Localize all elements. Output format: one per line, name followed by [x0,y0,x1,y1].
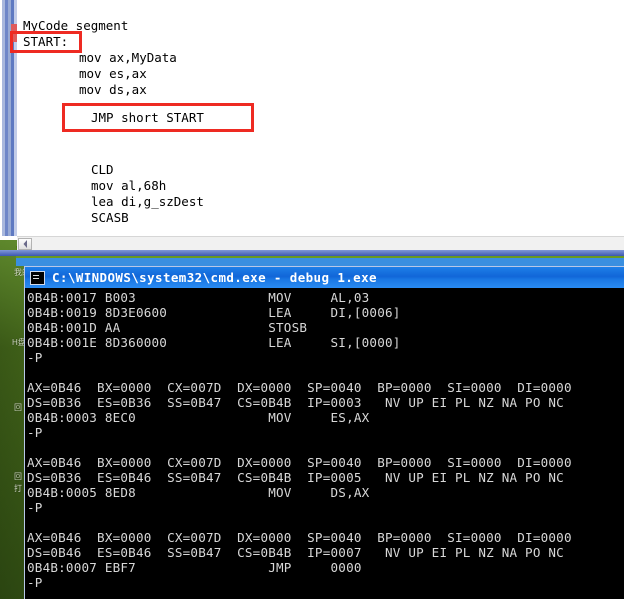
chevron-left-glyph [23,240,27,248]
code-line: CLD [91,162,114,177]
console-output[interactable]: 0B4B:0017 B003 MOV AL,03 0B4B:0019 8D3E06… [25,288,624,599]
desktop-icon-label[interactable]: 回 [14,403,22,412]
highlight-box-start-label [10,31,82,53]
console-titlebar[interactable]: C:\WINDOWS\system32\cmd.exe - debug 1.ex… [25,267,624,288]
console-line: 0B4B:0019 8D3E0600 LEA DI,[0006] [27,305,401,320]
console-line: 0B4B:0005 8ED8 MOV DS,AX [27,485,370,500]
code-line: SCASB [91,210,129,225]
code-line: mov al,68h [91,178,167,193]
console-line: 0B4B:0003 8EC0 MOV ES,AX [27,410,370,425]
console-left-edge [25,288,27,599]
code-line: mov es,ax [79,66,147,81]
editor-bottom-border [0,250,624,256]
console-line: AX=0B46 BX=0000 CX=007D DX=0000 SP=0040 … [27,455,572,470]
console-line: DS=0B36 ES=0B46 SS=0B47 CS=0B4B IP=0005 … [27,470,564,485]
console-line: DS=0B36 ES=0B36 SS=0B47 CS=0B4B IP=0003 … [27,395,564,410]
editor-horizontal-scrollbar[interactable] [17,236,624,251]
highlight-box-jmp-instruction [62,103,254,132]
code-line: mov ax,MyData [79,50,177,65]
console-line: -P [27,425,43,440]
chevron-left-icon[interactable] [18,238,32,250]
screen: 我的电脑H盘回回打 ··········· MyCode segmentSTAR… [0,0,624,599]
console-line: 0B4B:001D AA STOSB [27,320,308,335]
code-line: mov ds,ax [79,82,147,97]
console-line: -P [27,350,43,365]
console-line: 0B4B:001E 8D360000 LEA SI,[0000] [27,335,401,350]
desktop-icon-label[interactable]: 打 [14,484,22,493]
console-line: 0B4B:0017 B003 MOV AL,03 [27,290,370,305]
console-line: -P [27,575,43,590]
desktop-icon-label[interactable]: 回 [14,472,22,481]
command-prompt-window[interactable]: C:\WINDOWS\system32\cmd.exe - debug 1.ex… [24,266,624,599]
code-line: lea di,g_szDest [91,194,204,209]
background-window-body [16,258,624,266]
code-editor-pane: MyCode segment START: mov ax,MyData mov es,… [0,0,624,251]
console-line: DS=0B46 ES=0B46 SS=0B47 CS=0B4B IP=0007 … [27,545,564,560]
cmd-icon [30,270,45,285]
console-title: C:\WINDOWS\system32\cmd.exe - debug 1.ex… [52,270,377,285]
console-line: 0B4B:0007 EBF7 JMP 0000 [27,560,362,575]
console-line: AX=0B46 BX=0000 CX=007D DX=0000 SP=0040 … [27,380,572,395]
console-line: AX=0B46 BX=0000 CX=007D DX=0000 SP=0040 … [27,530,572,545]
console-line: -P [27,500,43,515]
